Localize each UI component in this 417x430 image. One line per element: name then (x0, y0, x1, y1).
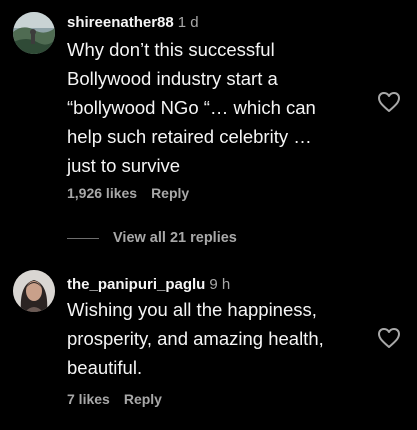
heart-outline-icon[interactable] (377, 327, 401, 349)
comment-item: the_panipuri_paglu 9 h Wishing you all th… (0, 262, 417, 430)
username[interactable]: the_panipuri_paglu (67, 276, 205, 293)
reply-button[interactable]: Reply (124, 391, 162, 407)
like-count[interactable]: 1,926 likes (67, 185, 137, 201)
woman-portrait-avatar-icon (13, 270, 55, 312)
heart-outline-icon[interactable] (377, 91, 401, 113)
user-avatar[interactable] (13, 12, 55, 54)
username[interactable]: shireenather88 (67, 14, 174, 31)
landscape-avatar-icon (13, 12, 55, 54)
comment-text: Why don’t this successful Bollywood indu… (67, 39, 316, 176)
comment-text: Wishing you all the happiness, prosperit… (67, 299, 324, 378)
view-replies-button[interactable]: View all 21 replies (67, 228, 237, 248)
view-replies-label: View all 21 replies (113, 230, 237, 246)
divider-line (67, 237, 99, 239)
comment-item: shireenather88 1 d Why don’t this success… (0, 0, 417, 215)
comment-header: shireenather88 1 d (67, 14, 199, 32)
timestamp: 9 h (209, 276, 231, 293)
comment-meta: 7 likes Reply (67, 391, 162, 407)
user-avatar[interactable] (13, 270, 55, 312)
comment-meta: 1,926 likes Reply (67, 185, 189, 201)
comment-header: the_panipuri_paglu 9 h (67, 276, 230, 294)
reply-button[interactable]: Reply (151, 185, 189, 201)
timestamp: 1 d (177, 14, 199, 31)
like-count[interactable]: 7 likes (67, 391, 110, 407)
